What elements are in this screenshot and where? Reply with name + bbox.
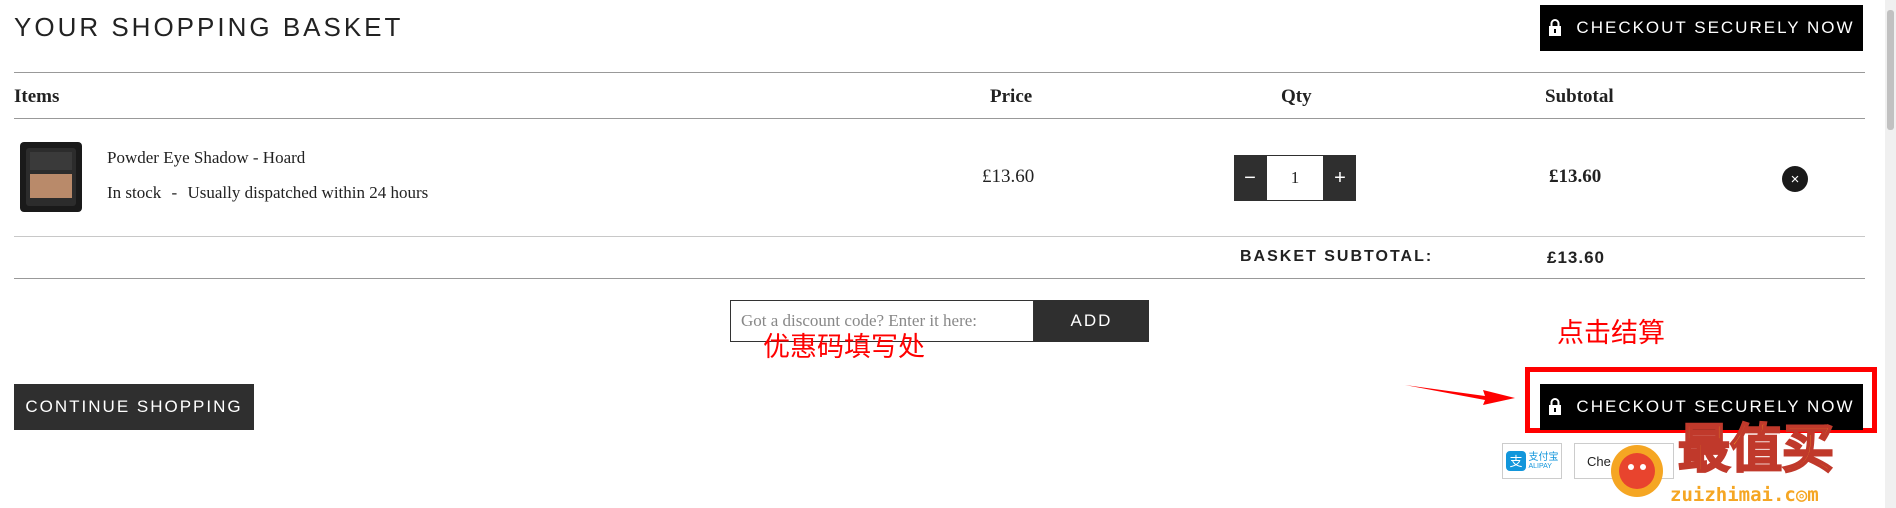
watermark-url: zuizhimai.c◎m [1670,484,1819,506]
stock-label: In stock [107,183,162,202]
alipay-text: 支付宝 [1528,451,1559,463]
checkout-button-label: CHECKOUT SECURELY NOW [1576,397,1855,416]
row-subtotal: £13.60 [1549,166,1602,187]
add-discount-button[interactable]: ADD [1034,300,1149,342]
checkout-button-label: CHECKOUT SECURELY NOW [1576,18,1855,37]
divider [14,72,1865,73]
lock-icon [1549,398,1562,415]
checkout-annotation: 点击结算 [1557,318,1665,349]
column-header-price: Price [990,86,1033,107]
arrow-icon [1405,385,1515,405]
remove-item-icon[interactable]: × [1782,166,1808,192]
lock-icon [1549,19,1562,36]
alipay-icon: 支 [1505,451,1526,471]
stock-status: In stock - Usually dispatched within 24 … [107,183,428,203]
product-name[interactable]: Powder Eye Shadow - Hoard [107,148,305,168]
product-thumbnail[interactable] [18,140,84,214]
qty-decrease-button[interactable]: − [1234,155,1266,201]
divider [14,278,1865,279]
mascot-icon [1611,445,1663,497]
watermark-text: 最值买 [1677,420,1835,480]
watermark: 最值买 zuizhimai.c◎m [1600,420,1890,508]
checkout-button-top[interactable]: CHECKOUT SECURELY NOW [1540,5,1863,51]
qty-increase-button[interactable]: + [1324,155,1356,201]
continue-shopping-button[interactable]: CONTINUE SHOPPING [14,384,254,430]
scrollbar[interactable] [1885,0,1896,508]
divider [14,236,1865,237]
svg-text:支: 支 [1509,455,1522,470]
qty-input[interactable]: 1 [1266,155,1324,201]
divider [14,118,1865,119]
alipay-logo[interactable]: 支 支付宝 ALIPAY [1502,443,1562,479]
stock-separator: - [171,183,178,202]
column-header-qty: Qty [1281,86,1312,107]
column-header-subtotal: Subtotal [1545,86,1614,107]
dispatch-info: Usually dispatched within 24 hours [187,183,429,202]
discount-annotation: 优惠码填写处 [763,332,925,363]
basket-subtotal-label: BASKET SUBTOTAL: [1240,248,1434,265]
alipay-subtext: ALIPAY [1528,462,1552,470]
column-header-items: Items [14,86,60,107]
basket-subtotal-value: £13.60 [1547,248,1605,267]
product-price: £13.60 [982,166,1035,187]
scrollbar-thumb[interactable] [1887,10,1894,130]
page-title: YOUR SHOPPING BASKET [14,12,404,42]
